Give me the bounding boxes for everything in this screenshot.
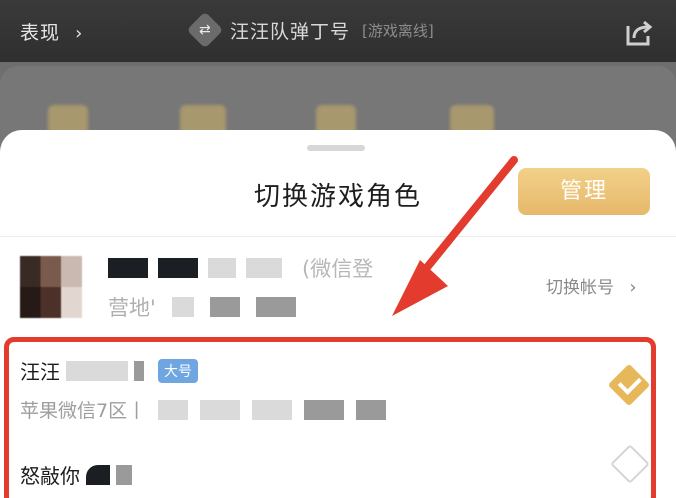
- redacted-block: [158, 399, 189, 420]
- drag-handle[interactable]: [307, 145, 365, 151]
- redacted-block: [255, 297, 296, 317]
- performance-link[interactable]: 表现 ›: [20, 18, 83, 45]
- redacted-block: [134, 360, 144, 381]
- redacted-block: [86, 464, 110, 485]
- redacted-block: [246, 258, 282, 278]
- character-item[interactable]: 怒敲你: [20, 460, 132, 489]
- swap-icon: ⇄: [186, 11, 224, 49]
- share-icon[interactable]: [624, 18, 654, 48]
- account-name: (微信登: [108, 254, 373, 282]
- character-server-label: 苹果微信7区丨: [20, 400, 147, 422]
- redacted-block: [66, 360, 128, 381]
- character-item[interactable]: 汪汪 大号: [20, 356, 198, 385]
- manage-button[interactable]: 管理: [518, 168, 650, 215]
- redacted-block: [116, 464, 132, 485]
- chevron-right-icon: ›: [629, 277, 637, 298]
- avatar: [20, 256, 82, 318]
- account-server-label: 营地': [108, 296, 156, 320]
- divider: [0, 236, 676, 237]
- redacted-block: [356, 399, 387, 420]
- performance-label: 表现: [20, 22, 61, 44]
- redacted-block: [304, 399, 345, 420]
- character-server: 苹果微信7区丨: [20, 396, 387, 423]
- role-title: 汪汪队弹丁号: [230, 20, 351, 43]
- redacted-block: [108, 258, 148, 278]
- redacted-block: [171, 297, 194, 317]
- redacted-block: [158, 258, 198, 278]
- offline-status-tag: [游戏离线]: [362, 21, 434, 40]
- main-account-badge: 大号: [158, 358, 198, 383]
- redacted-block: [209, 297, 240, 317]
- switch-account-label: 切换帐号: [546, 278, 614, 298]
- redacted-block: [200, 399, 241, 420]
- redacted-block: [208, 258, 236, 278]
- character-name: 汪汪: [20, 360, 60, 384]
- character-name: 怒敲你: [20, 464, 80, 488]
- redacted-block: [252, 399, 293, 420]
- chevron-right-icon: ›: [75, 23, 84, 44]
- game-role-header[interactable]: ⇄ 汪汪队弹丁号 [游戏离线]: [186, 11, 434, 49]
- account-server: 营地': [108, 292, 296, 322]
- login-method: (微信登: [302, 257, 374, 281]
- switch-account-button[interactable]: 切换帐号 ›: [546, 273, 637, 298]
